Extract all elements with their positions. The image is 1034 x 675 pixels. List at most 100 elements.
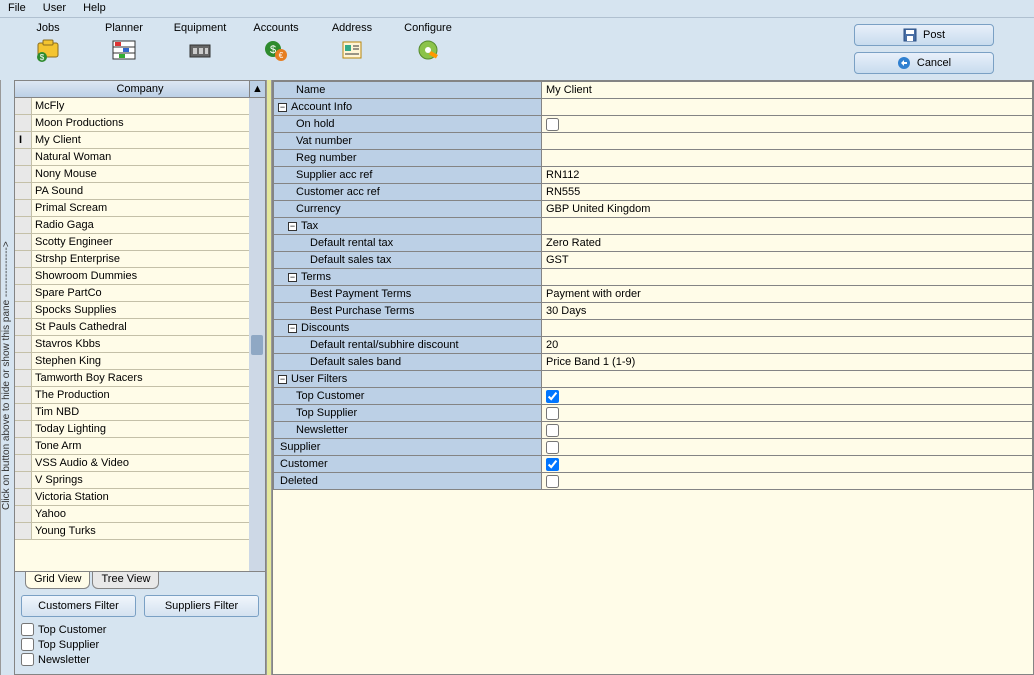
company-row[interactable]: Nony Mouse	[15, 166, 265, 183]
prop-deleted: Deleted	[274, 473, 542, 490]
toolbar-label: Equipment	[174, 22, 227, 34]
company-row[interactable]: Tamworth Boy Racers	[15, 370, 265, 387]
prop-best-purchase: Best Purchase Terms	[274, 303, 542, 320]
vat-value[interactable]	[542, 133, 1033, 150]
scrollbar[interactable]	[249, 98, 265, 571]
tab-tree-view[interactable]: Tree View	[92, 572, 159, 589]
filter-newsletter[interactable]: Newsletter	[21, 653, 259, 666]
company-row[interactable]: Showroom Dummies	[15, 268, 265, 285]
toolbar-accounts[interactable]: Accounts $€	[238, 22, 314, 64]
company-row[interactable]: Young Turks	[15, 523, 265, 540]
company-row[interactable]: Tone Arm	[15, 438, 265, 455]
save-icon	[903, 28, 917, 42]
def-sales-tax-value[interactable]: GST	[542, 252, 1033, 269]
prop-def-sales-band: Default sales band	[274, 354, 542, 371]
currency-value[interactable]: GBP United Kingdom	[542, 201, 1033, 218]
toolbar-planner[interactable]: Planner	[86, 22, 162, 64]
top-customer-checkbox[interactable]	[546, 390, 559, 403]
company-row[interactable]: Stephen King	[15, 353, 265, 370]
supplier-ref-value[interactable]: RN112	[542, 167, 1033, 184]
toolbar: Jobs $ Planner Equipment Accounts $€ Add…	[0, 18, 1034, 80]
best-purchase-value[interactable]: 30 Days	[542, 303, 1033, 320]
svg-text:€: €	[279, 51, 284, 60]
company-row[interactable]: My Client	[15, 132, 265, 149]
deleted-checkbox[interactable]	[546, 475, 559, 488]
toolbar-label: Accounts	[253, 22, 298, 34]
newsletter-checkbox[interactable]	[546, 424, 559, 437]
on-hold-checkbox[interactable]	[546, 118, 559, 131]
group-user-filters[interactable]: −User Filters	[274, 371, 542, 388]
best-payment-value[interactable]: Payment with order	[542, 286, 1033, 303]
company-row[interactable]: Primal Scream	[15, 200, 265, 217]
toolbar-label: Configure	[404, 22, 452, 34]
toolbar-configure[interactable]: Configure	[390, 22, 466, 64]
company-row[interactable]: St Pauls Cathedral	[15, 319, 265, 336]
prop-customer: Customer	[274, 456, 542, 473]
company-row[interactable]: Victoria Station	[15, 489, 265, 506]
configure-icon	[414, 36, 442, 64]
company-row[interactable]: VSS Audio & Video	[15, 455, 265, 472]
accounts-icon: $€	[262, 36, 290, 64]
top-supplier-checkbox[interactable]	[546, 407, 559, 420]
menu-user[interactable]: User	[43, 2, 66, 14]
prop-currency: Currency	[274, 201, 542, 218]
company-row[interactable]: Strshp Enterprise	[15, 251, 265, 268]
company-row[interactable]: Radio Gaga	[15, 217, 265, 234]
equipment-icon	[186, 36, 214, 64]
prop-customer-ref: Customer acc ref	[274, 184, 542, 201]
def-rental-tax-value[interactable]: Zero Rated	[542, 235, 1033, 252]
menu-help[interactable]: Help	[83, 2, 106, 14]
company-row[interactable]: McFly	[15, 98, 265, 115]
tab-grid-view[interactable]: Grid View	[25, 572, 90, 589]
toolbar-jobs[interactable]: Jobs $	[10, 22, 86, 64]
prop-def-sales-tax: Default sales tax	[274, 252, 542, 269]
def-sales-band-value[interactable]: Price Band 1 (1-9)	[542, 354, 1033, 371]
group-terms[interactable]: −Terms	[274, 269, 542, 286]
filter-top-supplier[interactable]: Top Supplier	[21, 638, 259, 651]
company-panel: Company ▲ McFlyMoon ProductionsMy Client…	[14, 80, 266, 675]
filters-panel: Customers Filter Suppliers Filter Top Cu…	[15, 589, 265, 674]
menu-file[interactable]: File	[8, 2, 26, 14]
group-tax[interactable]: −Tax	[274, 218, 542, 235]
scroll-up-icon[interactable]: ▲	[249, 81, 265, 97]
post-button[interactable]: Post	[854, 24, 994, 46]
company-row[interactable]: Moon Productions	[15, 115, 265, 132]
group-account-info[interactable]: −Account Info	[274, 99, 542, 116]
toolbar-address[interactable]: Address	[314, 22, 390, 64]
company-row[interactable]: Stavros Kbbs	[15, 336, 265, 353]
company-row[interactable]: PA Sound	[15, 183, 265, 200]
company-row[interactable]: Spare PartCo	[15, 285, 265, 302]
prop-best-payment: Best Payment Terms	[274, 286, 542, 303]
filter-top-customer[interactable]: Top Customer	[21, 623, 259, 636]
company-row[interactable]: Today Lighting	[15, 421, 265, 438]
menubar: File User Help	[0, 0, 1034, 18]
toolbar-label: Planner	[105, 22, 143, 34]
company-row[interactable]: Scotty Engineer	[15, 234, 265, 251]
prop-top-supplier: Top Supplier	[274, 405, 542, 422]
prop-def-rental-disc: Default rental/subhire discount	[274, 337, 542, 354]
company-row[interactable]: Natural Woman	[15, 149, 265, 166]
name-value[interactable]: My Client	[542, 82, 1033, 99]
company-row[interactable]: Yahoo	[15, 506, 265, 523]
group-discounts[interactable]: −Discounts	[274, 320, 542, 337]
company-row[interactable]: The Production	[15, 387, 265, 404]
property-panel: NameMy Client −Account Info On hold Vat …	[272, 80, 1034, 675]
def-rental-disc-value[interactable]: 20	[542, 337, 1033, 354]
toolbar-equipment[interactable]: Equipment	[162, 22, 238, 64]
company-list[interactable]: McFlyMoon ProductionsMy ClientNatural Wo…	[15, 98, 265, 571]
supplier-checkbox[interactable]	[546, 441, 559, 454]
sidebar-toggle-hint[interactable]: Click on button above to hide or show th…	[0, 80, 14, 675]
customer-checkbox[interactable]	[546, 458, 559, 471]
customer-ref-value[interactable]: RN555	[542, 184, 1033, 201]
company-row[interactable]: Tim NBD	[15, 404, 265, 421]
prop-reg: Reg number	[274, 150, 542, 167]
company-grid-header[interactable]: Company ▲	[15, 81, 265, 98]
suppliers-filter-button[interactable]: Suppliers Filter	[144, 595, 259, 617]
prop-newsletter: Newsletter	[274, 422, 542, 439]
company-row[interactable]: V Springs	[15, 472, 265, 489]
property-table: NameMy Client −Account Info On hold Vat …	[273, 81, 1033, 490]
customers-filter-button[interactable]: Customers Filter	[21, 595, 136, 617]
company-row[interactable]: Spocks Supplies	[15, 302, 265, 319]
cancel-button[interactable]: Cancel	[854, 52, 994, 74]
reg-value[interactable]	[542, 150, 1033, 167]
